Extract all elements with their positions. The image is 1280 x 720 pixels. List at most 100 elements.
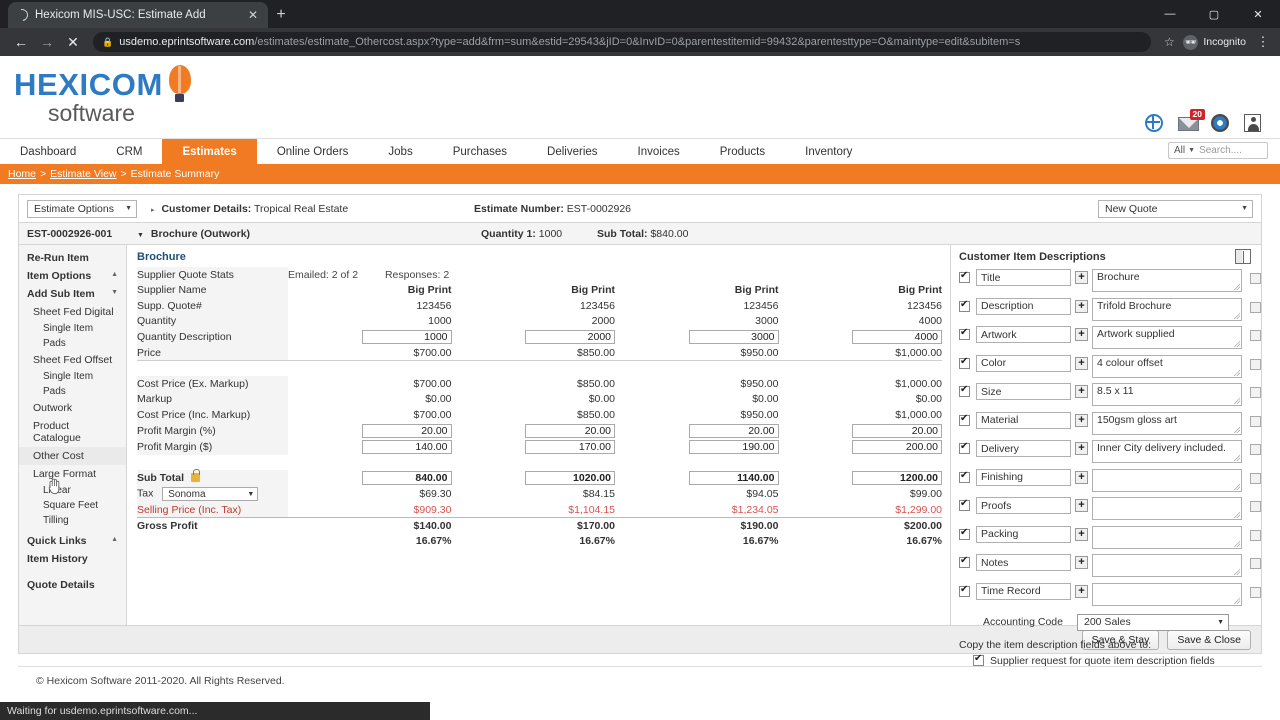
address-bar[interactable]: 🔒 usdemo.eprintsoftware.com /estimates/e… (93, 32, 1152, 52)
quantity-description-input-2[interactable]: 2000 (525, 330, 615, 344)
description-key-input[interactable]: Finishing (976, 468, 1071, 486)
description-enabled-checkbox[interactable] (959, 584, 970, 597)
add-field-icon[interactable]: + (1075, 470, 1088, 484)
browser-menu-icon[interactable]: ⋮ (1254, 34, 1272, 50)
description-enabled-checkbox[interactable] (959, 299, 970, 312)
sub-total-input-1[interactable]: 840.00 (361, 471, 452, 485)
sidebar-item-product-catalogue[interactable]: Product Catalogue (19, 417, 126, 447)
profit-margin-dollar-input-3[interactable]: 190.00 (688, 439, 779, 454)
sub-total-input-4[interactable]: 1200.00 (852, 471, 942, 485)
add-field-icon[interactable]: + (1075, 556, 1088, 569)
description-key-input[interactable]: Size (976, 383, 1071, 400)
description-value-textarea[interactable]: Trifold Brochure (1092, 297, 1242, 321)
mail-icon[interactable]: 20 (1178, 109, 1205, 134)
description-key-input[interactable]: Packing (976, 525, 1071, 543)
description-copy-checkbox[interactable] (1250, 330, 1261, 341)
description-value-textarea[interactable]: 4 colour offset (1092, 354, 1242, 378)
description-copy-checkbox[interactable] (1250, 501, 1261, 512)
description-enabled-checkbox[interactable] (959, 555, 970, 568)
nav-item-deliveries[interactable]: Deliveries (527, 139, 618, 164)
add-field-icon[interactable]: + (1075, 356, 1088, 370)
description-value-textarea[interactable] (1092, 582, 1242, 606)
description-copy-checkbox[interactable] (1250, 273, 1261, 284)
incognito-indicator[interactable]: 🕶 Incognito (1180, 33, 1254, 52)
nav-item-dashboard[interactable]: Dashboard (0, 139, 96, 164)
description-copy-checkbox[interactable] (1250, 358, 1261, 370)
nav-item-crm[interactable]: CRM (96, 139, 162, 164)
sub-total-input-3[interactable]: 1140.00 (688, 471, 779, 485)
description-copy-checkbox[interactable] (1250, 387, 1261, 398)
profit-margin-dollar-input-4[interactable]: 200.00 (852, 439, 942, 454)
sidebar-item-sheet-fed-offset[interactable]: Sheet Fed Offset (19, 351, 126, 369)
back-icon[interactable]: ← (8, 30, 34, 54)
add-field-icon[interactable]: + (1075, 299, 1088, 313)
description-enabled-checkbox[interactable] (959, 527, 970, 540)
sidebar-item-item-options[interactable]: Item Options ▲ (19, 267, 126, 285)
estimate-options-dropdown[interactable]: Estimate Options ▼ (27, 199, 137, 218)
description-copy-checkbox[interactable] (1250, 301, 1261, 313)
nav-item-invoices[interactable]: Invoices (618, 139, 700, 164)
add-field-icon[interactable]: + (1075, 271, 1088, 284)
profit-margin-pct-input-2[interactable]: 20.00 (525, 423, 615, 438)
quote-type-dropdown[interactable]: New Quote ▼ (1098, 199, 1253, 218)
description-enabled-checkbox[interactable] (959, 413, 970, 426)
profit-margin-pct-input-3[interactable]: 20.00 (688, 423, 779, 438)
copy-supplier-request-checkbox[interactable] (973, 653, 984, 666)
stop-loading-icon[interactable]: ✕ (60, 30, 86, 54)
description-key-input[interactable]: Time Record (976, 582, 1071, 600)
expand-arrow-icon[interactable]: ▸ (151, 207, 155, 214)
sidebar-item-single-item-offset[interactable]: Single Item (19, 369, 126, 384)
sidebar-item-square-feet[interactable]: Square Feet (19, 498, 126, 513)
add-field-icon[interactable]: + (1075, 328, 1088, 341)
accounting-code-dropdown[interactable]: 200 Sales ▼ (1077, 613, 1229, 631)
collapse-caret-icon[interactable]: ▼ (137, 232, 144, 239)
description-key-input[interactable]: Artwork (976, 326, 1071, 343)
maximize-icon[interactable]: ▢ (1192, 0, 1236, 28)
quantity-description-input-3[interactable]: 3000 (688, 330, 779, 344)
description-key-input[interactable]: Color (976, 354, 1071, 372)
tax-dropdown[interactable]: Sonoma ▼ (162, 487, 259, 501)
description-enabled-checkbox[interactable] (959, 270, 970, 283)
minimize-icon[interactable]: — (1148, 0, 1192, 28)
description-value-textarea[interactable] (1092, 525, 1242, 549)
sidebar-item-sheet-fed-digital[interactable]: Sheet Fed Digital (19, 303, 126, 321)
close-window-icon[interactable]: ✕ (1236, 0, 1280, 28)
description-copy-checkbox[interactable] (1250, 472, 1261, 484)
description-key-input[interactable]: Description (976, 297, 1071, 315)
sidebar-item-quote-details[interactable]: Quote Details (19, 576, 126, 594)
new-tab-button[interactable]: + (268, 2, 294, 28)
sidebar-item-large-format[interactable]: Large Format (19, 465, 126, 483)
description-copy-checkbox[interactable] (1250, 444, 1261, 455)
description-enabled-checkbox[interactable] (959, 441, 970, 454)
sidebar-item-outwork[interactable]: Outwork (19, 399, 126, 417)
sidebar-item-add-sub-item[interactable]: Add Sub Item ▼ (19, 285, 126, 303)
description-enabled-checkbox[interactable] (959, 356, 970, 369)
add-field-icon[interactable]: + (1075, 442, 1088, 455)
description-enabled-checkbox[interactable] (959, 470, 970, 483)
description-value-textarea[interactable]: 150gsm gloss art (1092, 411, 1242, 435)
sidebar-item-pads-digital[interactable]: Pads (19, 336, 126, 351)
nav-item-estimates[interactable]: Estimates (162, 139, 257, 164)
description-enabled-checkbox[interactable] (959, 327, 970, 340)
search-input[interactable]: Search.... (1199, 145, 1242, 156)
library-book-icon[interactable] (1235, 249, 1251, 264)
forward-icon[interactable]: → (34, 30, 60, 54)
description-value-textarea[interactable]: Inner City delivery included. (1092, 440, 1242, 463)
description-copy-checkbox[interactable] (1250, 415, 1261, 427)
sidebar-item-item-history[interactable]: Item History (19, 550, 126, 568)
profit-margin-dollar-input-2[interactable]: 170.00 (525, 439, 615, 454)
nav-item-purchases[interactable]: Purchases (433, 139, 527, 164)
sub-total-input-2[interactable]: 1020.00 (525, 471, 615, 485)
description-key-input[interactable]: Material (976, 411, 1071, 429)
nav-item-inventory[interactable]: Inventory (785, 139, 872, 164)
description-key-input[interactable]: Title (976, 269, 1071, 286)
description-value-textarea[interactable] (1092, 468, 1242, 492)
add-field-icon[interactable]: + (1075, 499, 1088, 512)
description-value-textarea[interactable] (1092, 554, 1242, 577)
user-avatar-icon[interactable] (1244, 114, 1264, 134)
description-key-input[interactable]: Proofs (976, 497, 1071, 514)
add-field-icon[interactable]: + (1075, 584, 1088, 598)
description-copy-checkbox[interactable] (1250, 586, 1261, 598)
bookmark-star-icon[interactable]: ☆ (1158, 35, 1180, 49)
description-value-textarea[interactable]: Brochure (1092, 269, 1242, 292)
